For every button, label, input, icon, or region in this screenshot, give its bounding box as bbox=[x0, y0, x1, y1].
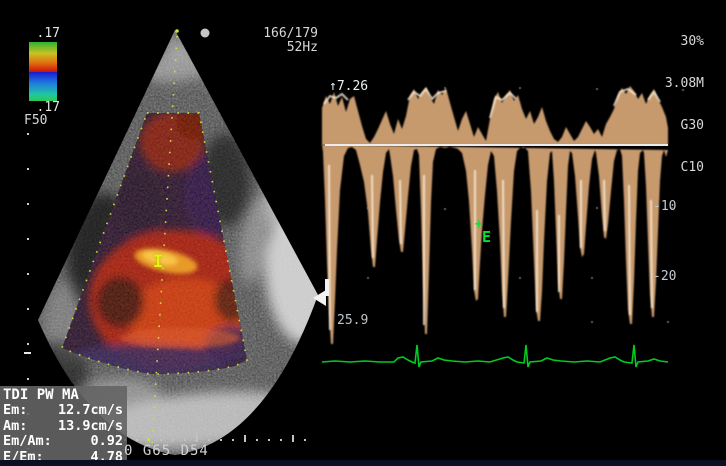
acoustic-power-label: 30% bbox=[620, 35, 704, 49]
measurement-value: 12.7cm/s bbox=[58, 403, 123, 419]
bottom-ruler-tick bbox=[196, 435, 198, 442]
measurement-value: 13.9cm/s bbox=[58, 419, 123, 435]
bottom-ruler-tick bbox=[292, 435, 294, 442]
wall-filter-label: F50 bbox=[24, 114, 47, 128]
measurement-row-em: Em: 12.7cm/s bbox=[3, 403, 123, 419]
bottom-ruler bbox=[124, 439, 316, 441]
frame-counter: 166/179 bbox=[226, 27, 318, 41]
depth-marker-tick bbox=[24, 352, 31, 354]
color-scale-top-label: .17 bbox=[24, 27, 60, 41]
gain-label: G30 bbox=[620, 119, 704, 133]
sample-volume-gate: I bbox=[153, 252, 163, 272]
sector-apex-dot bbox=[175, 29, 179, 33]
velocity-tick-minus20: -20 bbox=[653, 270, 687, 284]
ultrasound-screen: { "header": { "frame_counter": "166/179"… bbox=[0, 0, 726, 466]
measurement-row-am: Am: 13.9cm/s bbox=[3, 419, 123, 435]
bottom-scale-label: 0 G65 D54 bbox=[124, 443, 209, 459]
probe-orientation-marker bbox=[201, 29, 210, 38]
color-scale-forward-bar bbox=[29, 42, 57, 72]
e-wave-caliper-label: E bbox=[482, 228, 491, 246]
compression-label: C10 bbox=[620, 161, 704, 175]
measurement-value: 0.92 bbox=[90, 434, 123, 450]
color-scale-reverse-bar bbox=[29, 72, 57, 101]
bottom-ruler-tick bbox=[244, 435, 246, 442]
measurement-panel: TDI PW MA Em: 12.7cm/s Am: 13.9cm/s Em/A… bbox=[0, 386, 127, 466]
measurement-label: Em/Am: bbox=[3, 434, 52, 450]
velocity-scale-top-label: ↑7.26 bbox=[329, 80, 368, 94]
frame-rate-label: 52Hz bbox=[226, 41, 318, 55]
velocity-scale-bottom-label: 25.9 bbox=[337, 314, 368, 328]
acquisition-settings: 30% 3.08M G30 C10 bbox=[620, 7, 704, 189]
bottom-strip bbox=[0, 460, 726, 466]
measurement-label: Am: bbox=[3, 419, 27, 435]
measurement-row-em-am: Em/Am: 0.92 bbox=[3, 434, 123, 450]
measurement-label: Em: bbox=[3, 403, 27, 419]
velocity-tick-minus10: -10 bbox=[653, 200, 687, 214]
ecg-trace bbox=[322, 345, 668, 367]
cursor-end-dot bbox=[147, 438, 150, 441]
measurement-panel-title: TDI PW MA bbox=[3, 387, 123, 403]
frequency-label: 3.08M bbox=[620, 77, 704, 91]
